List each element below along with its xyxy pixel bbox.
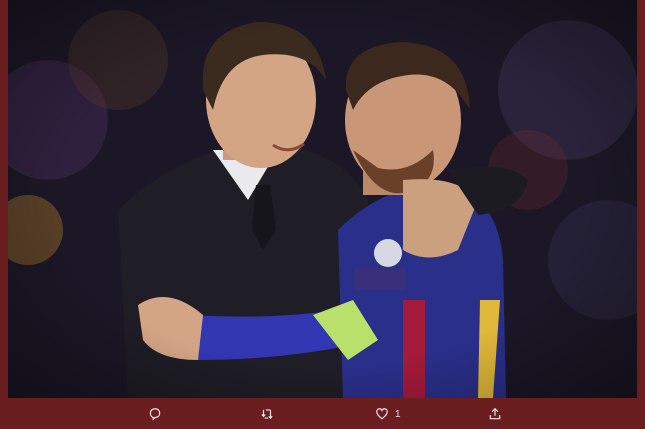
tweet-photo[interactable]: [8, 0, 637, 398]
share-icon: [489, 407, 501, 420]
share-button[interactable]: [488, 405, 508, 423]
frame-right-edge: [637, 0, 645, 429]
reply-icon: [149, 408, 161, 421]
like-count: 1: [395, 408, 401, 420]
frame-left-edge: [0, 0, 8, 429]
photo-illustration: [8, 0, 637, 398]
tweet-action-bar: 1: [8, 398, 637, 429]
retweet-button[interactable]: [260, 405, 280, 423]
retweet-icon: [261, 409, 273, 420]
like-button[interactable]: 1: [375, 405, 401, 423]
reply-button[interactable]: [148, 405, 168, 423]
heart-icon: [376, 408, 388, 420]
